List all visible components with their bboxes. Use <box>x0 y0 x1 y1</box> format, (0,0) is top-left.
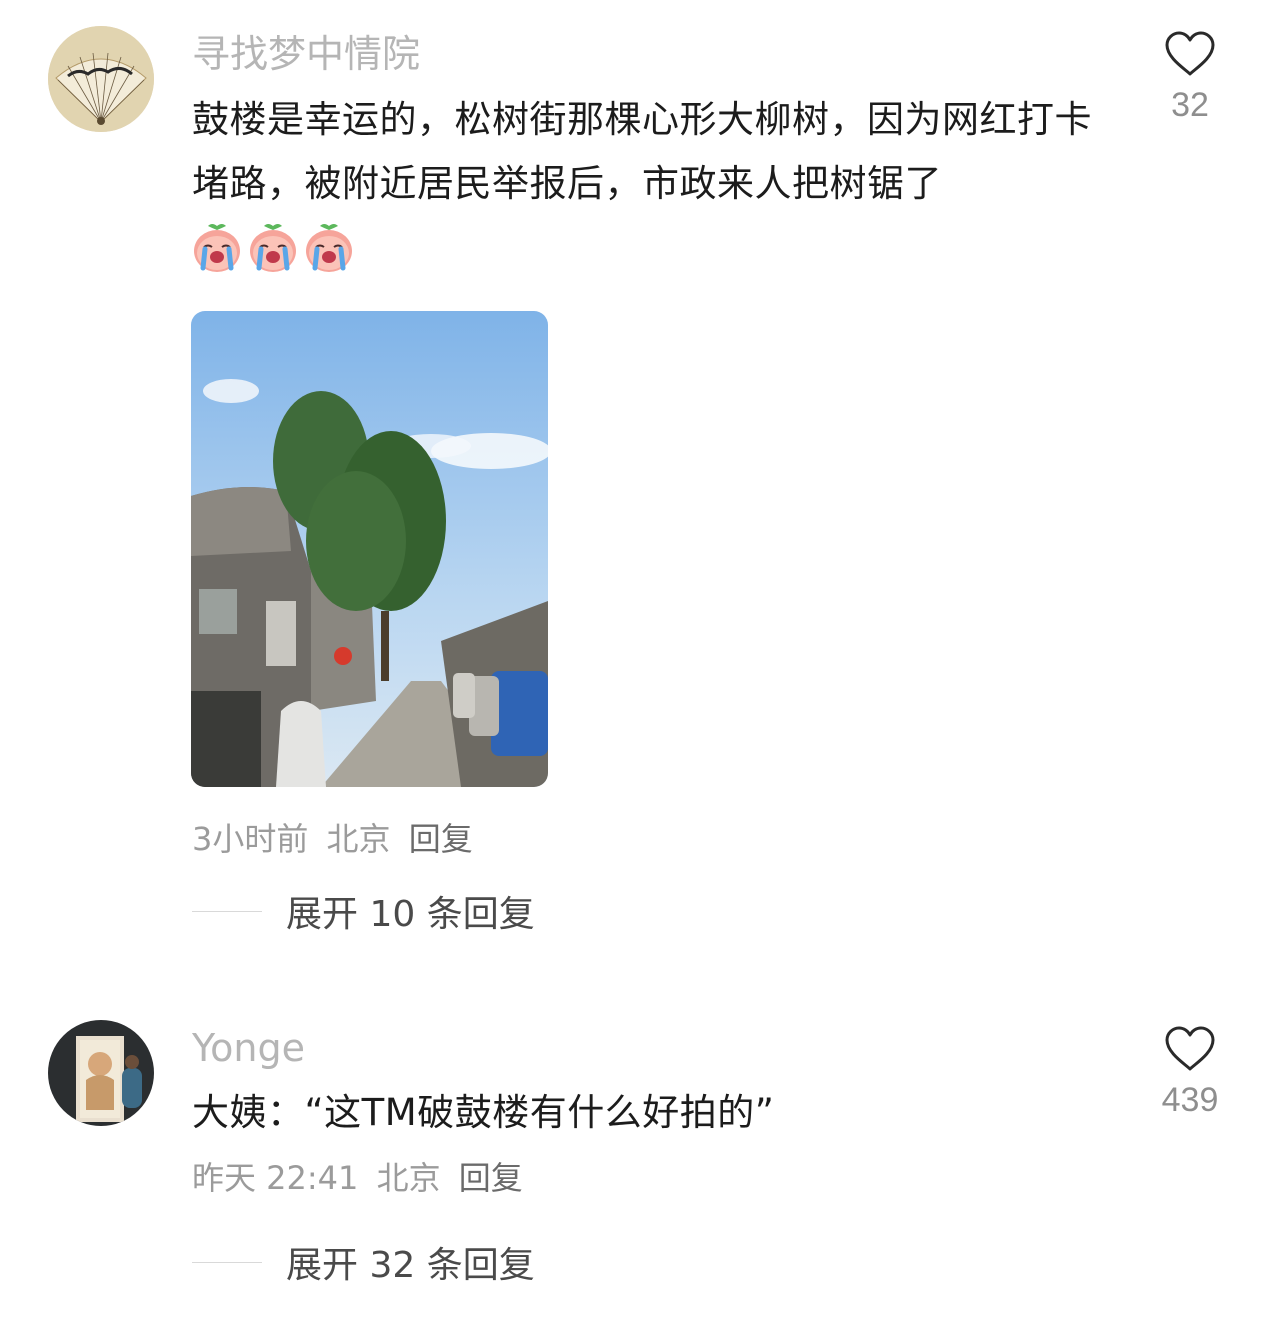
username[interactable]: Yonge <box>192 1025 305 1071</box>
comment-photo[interactable] <box>191 311 548 787</box>
divider-line <box>192 910 262 912</box>
comment-time: 3小时前 <box>192 820 309 858</box>
crying-peach-emoji <box>194 224 240 272</box>
crying-peach-emoji <box>250 224 296 272</box>
heart-outline-icon <box>1165 1026 1215 1071</box>
divider-line <box>192 1261 262 1263</box>
like-button[interactable]: 439 <box>1140 1025 1240 1120</box>
comment-location: 北京 <box>376 1159 441 1197</box>
comment-text: 鼓楼是幸运的，松树街那棵心形大柳树，因为网红打卡堵路，被附近居民举报后，市政来人… <box>192 98 1092 205</box>
expand-replies-button[interactable]: 展开 10 条回复 <box>192 885 535 937</box>
expand-replies-label: 展开 10 条回复 <box>286 894 535 935</box>
comment-time: 昨天 22:41 <box>192 1159 359 1197</box>
reply-button[interactable]: 回复 <box>409 820 473 858</box>
username[interactable]: 寻找梦中情院 <box>192 31 420 77</box>
comment-text: 大姨：“这TM破鼓楼有什么好拍的” <box>192 1091 775 1134</box>
comment-meta: 昨天 22:41 北京 回复 <box>192 1158 531 1198</box>
like-button[interactable]: 32 <box>1140 30 1240 125</box>
expand-replies-button[interactable]: 展开 32 条回复 <box>192 1236 535 1288</box>
like-count: 32 <box>1171 86 1209 124</box>
comment-location: 北京 <box>326 820 391 858</box>
emoji-row <box>190 220 356 274</box>
avatar[interactable] <box>48 1020 154 1126</box>
comment-meta: 3小时前 北京 回复 <box>192 819 481 859</box>
avatar[interactable] <box>48 26 154 132</box>
like-count: 439 <box>1161 1081 1219 1119</box>
reply-button[interactable]: 回复 <box>459 1159 523 1197</box>
expand-replies-label: 展开 32 条回复 <box>286 1245 535 1286</box>
crying-peach-emoji <box>306 224 352 272</box>
heart-outline-icon <box>1165 31 1215 76</box>
